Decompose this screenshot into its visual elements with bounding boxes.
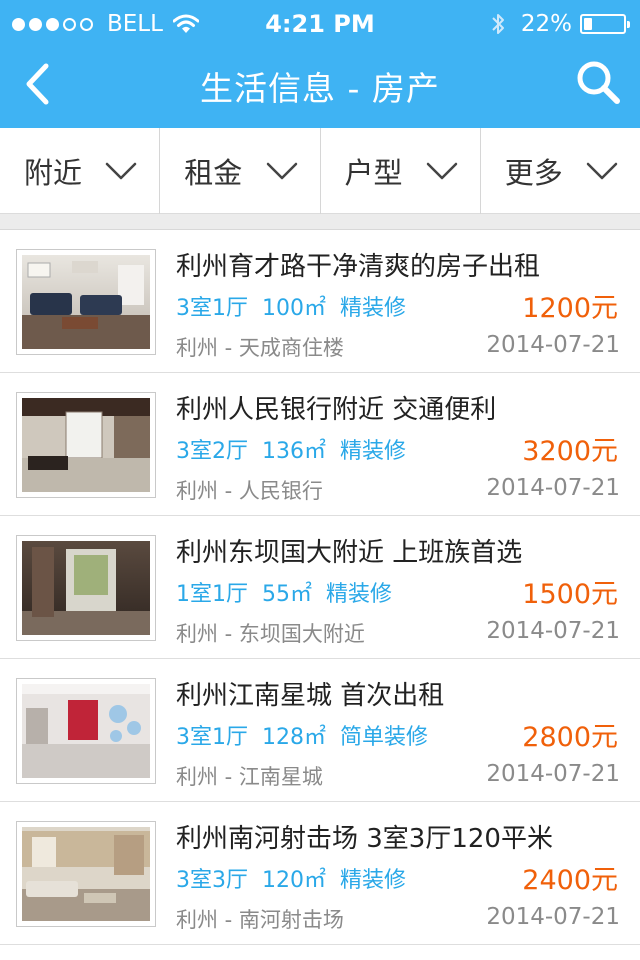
header: BELL 4:21 PM 22% 生活信息 - 房产: [0, 0, 640, 128]
listing-title: 利州人民银行附近 交通便利: [176, 395, 497, 425]
listing-price: 2400元: [522, 865, 618, 896]
listing-area: 136㎡: [262, 439, 326, 464]
listing-date: 2014-07-21: [486, 475, 620, 501]
listing-date: 2014-07-21: [486, 332, 620, 358]
room-photo: [22, 684, 150, 778]
page-title: 生活信息 - 房产: [200, 69, 440, 108]
filter-label: 租金: [184, 156, 243, 190]
chevron-down-icon: [266, 162, 297, 180]
listing-area: 100㎡: [262, 296, 326, 321]
filter-dropdown[interactable]: 户型: [321, 128, 481, 214]
listing-rooms: 1室1厅: [176, 582, 248, 607]
listing-decoration: 简单装修: [340, 725, 429, 750]
listing-thumbnail: [16, 249, 156, 355]
listing-item[interactable]: 利州人民银行附近 交通便利 3室2厅 136㎡ 精装修 3200元利州 - 人民银行 20…: [0, 373, 640, 516]
listing-title: 利州育才路干净清爽的房子出租: [176, 252, 541, 282]
listing-title: 利州东坝国大附近 上班族首选: [176, 538, 523, 568]
listing-thumbnail: [16, 821, 156, 927]
listing-location: 利州 - 江南星城: [176, 765, 323, 789]
listing-location: 利州 - 天成商住楼: [176, 336, 344, 360]
listing-price: 1500元: [522, 579, 618, 610]
listing-rooms: 3室1厅: [176, 725, 248, 750]
room-photo: [22, 827, 150, 921]
listing-rooms: 3室1厅: [176, 296, 248, 321]
listing-item[interactable]: 利州育才路干净清爽的房子出租 3室1厅 100㎡ 精装修 1200元利州 - 天成商住楼…: [0, 230, 640, 373]
listing-specs: 1室1厅 55㎡ 精装修: [176, 576, 406, 608]
listing-location: 利州 - 南河射击场: [176, 908, 344, 932]
battery-icon: [580, 14, 630, 34]
filter-dropdown[interactable]: 附近: [0, 128, 161, 214]
listing-area: 120㎡: [262, 868, 326, 893]
filter-label: 更多: [504, 156, 563, 190]
listing-specs: 3室1厅 100㎡ 精装修: [176, 290, 420, 322]
filter-bar: 附近 租金 户型 更多: [0, 128, 640, 214]
filter-dropdown[interactable]: 更多: [481, 128, 640, 214]
listing-title: 利州江南星城 首次出租: [176, 681, 445, 711]
listing-rooms: 3室3厅: [176, 868, 248, 893]
listing-thumbnail: [16, 535, 156, 641]
chevron-down-icon: [586, 162, 618, 180]
listing-specs: 3室2厅 136㎡ 精装修: [176, 433, 420, 465]
room-photo: [22, 255, 150, 349]
listing-item[interactable]: 利州江南星城 首次出租 3室1厅 128㎡ 简单装修 2800元利州 - 江南星城 201…: [0, 659, 640, 802]
listing-price: 1200元: [522, 293, 618, 324]
listing-rooms: 3室2厅: [176, 439, 248, 464]
listing-date: 2014-07-21: [486, 761, 620, 787]
status-bar: BELL 4:21 PM 22%: [0, 0, 640, 48]
listing-decoration: 精装修: [340, 296, 407, 321]
listing-date: 2014-07-21: [486, 618, 620, 644]
filter-dropdown[interactable]: 租金: [160, 128, 321, 214]
listing-decoration: 精装修: [326, 582, 393, 607]
listing-price: 2800元: [522, 722, 618, 753]
listing-list: 利州育才路干净清爽的房子出租 3室1厅 100㎡ 精装修 1200元 利州 - 天成商住楼…: [0, 230, 640, 945]
listing-specs: 3室3厅 120㎡ 精装修: [176, 862, 420, 894]
nav-bar: 生活信息 - 房产: [0, 48, 640, 128]
listing-decoration: 精装修: [340, 439, 407, 464]
search-icon[interactable]: [574, 58, 622, 106]
room-photo: [22, 541, 150, 635]
listing-location: 利州 - 人民银行: [176, 479, 323, 503]
filter-label: 附近: [24, 156, 83, 190]
listing-thumbnail: [16, 678, 156, 784]
chevron-down-icon: [426, 162, 457, 180]
listing-specs: 3室1厅 128㎡ 简单装修: [176, 719, 442, 751]
listing-area: 55㎡: [262, 582, 312, 607]
listing-date: 2014-07-21: [486, 904, 620, 930]
listing-title: 利州南河射击场 3室3厅120平米: [176, 824, 553, 854]
status-right: 22%: [491, 10, 630, 38]
battery-percent: 22%: [520, 11, 572, 37]
listing-item[interactable]: 利州南河射击场 3室3厅120平米 3室3厅 120㎡ 精装修 2400元利州 - 南河…: [0, 802, 640, 945]
bluetooth-icon: [492, 14, 504, 34]
listing-thumbnail: [16, 392, 156, 498]
room-photo: [22, 398, 150, 492]
listing-decoration: 精装修: [340, 868, 407, 893]
section-divider: [0, 214, 640, 230]
chevron-down-icon: [106, 162, 137, 180]
listing-area: 128㎡: [262, 725, 326, 750]
listing-location: 利州 - 东坝国大附近: [176, 622, 365, 646]
listing-price: 3200元: [522, 436, 618, 467]
listing-item[interactable]: 利州东坝国大附近 上班族首选 1室1厅 55㎡ 精装修 1500元利州 - 东坝国大附近…: [0, 516, 640, 659]
filter-label: 户型: [344, 156, 403, 190]
battery-fill: [584, 18, 593, 30]
